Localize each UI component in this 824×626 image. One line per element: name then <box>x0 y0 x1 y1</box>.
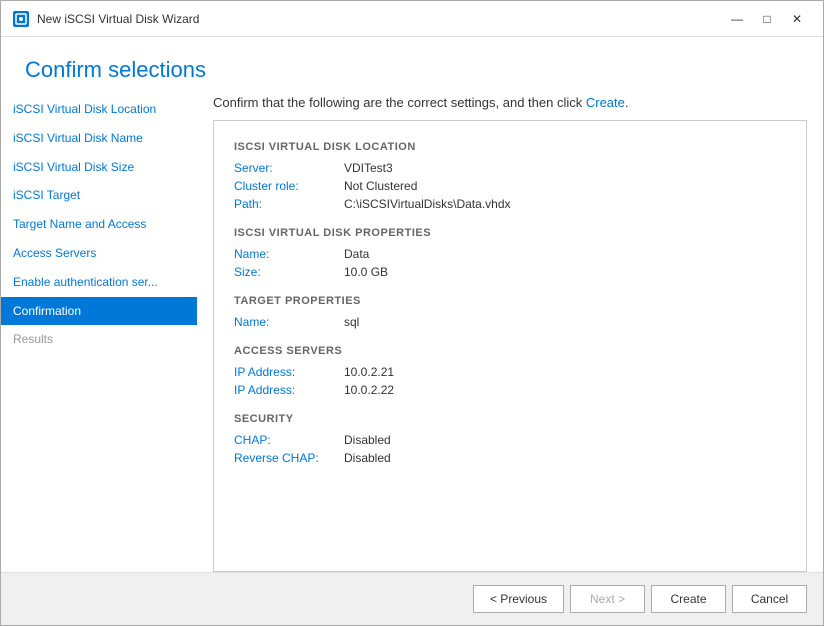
section-header-access-servers: ACCESS SERVERS <box>234 345 786 357</box>
summary-box: ISCSI VIRTUAL DISK LOCATION Server: VDIT… <box>213 120 807 572</box>
section-header-target-properties: TARGET PROPERTIES <box>234 295 786 307</box>
property-ip-address-2: IP Address: 10.0.2.22 <box>234 383 786 397</box>
property-path: Path: C:\iSCSIVirtualDisks\Data.vhdx <box>234 197 786 211</box>
sidebar-item-iscsi-virtual-disk-size[interactable]: iSCSI Virtual Disk Size <box>1 153 197 182</box>
sidebar-item-results: Results <box>1 325 197 354</box>
header: Confirm selections <box>1 37 823 95</box>
property-target-name: Name: sql <box>234 315 786 329</box>
sidebar: iSCSI Virtual Disk Location iSCSI Virtua… <box>1 95 197 572</box>
sidebar-item-iscsi-virtual-disk-name[interactable]: iSCSI Virtual Disk Name <box>1 124 197 153</box>
cancel-button[interactable]: Cancel <box>732 585 807 613</box>
instruction-text: Confirm that the following are the corre… <box>213 95 807 110</box>
minimize-button[interactable]: — <box>723 9 751 29</box>
property-chap: CHAP: Disabled <box>234 433 786 447</box>
previous-button[interactable]: < Previous <box>473 585 564 613</box>
sidebar-item-iscsi-virtual-disk-location[interactable]: iSCSI Virtual Disk Location <box>1 95 197 124</box>
property-reverse-chap: Reverse CHAP: Disabled <box>234 451 786 465</box>
create-link: Create <box>586 95 625 110</box>
right-panel: Confirm that the following are the corre… <box>197 95 823 572</box>
title-bar: New iSCSI Virtual Disk Wizard — □ ✕ <box>1 1 823 37</box>
sidebar-item-confirmation[interactable]: Confirmation <box>1 297 197 326</box>
sidebar-item-enable-authentication[interactable]: Enable authentication ser... <box>1 268 197 297</box>
property-cluster-role: Cluster role: Not Clustered <box>234 179 786 193</box>
maximize-button[interactable]: □ <box>753 9 781 29</box>
property-ip-address-1: IP Address: 10.0.2.21 <box>234 365 786 379</box>
sidebar-item-target-name-and-access[interactable]: Target Name and Access <box>1 210 197 239</box>
content-area: Confirm selections iSCSI Virtual Disk Lo… <box>1 37 823 625</box>
footer: < Previous Next > Create Cancel <box>1 572 823 625</box>
window-title: New iSCSI Virtual Disk Wizard <box>37 12 723 26</box>
property-name: Name: Data <box>234 247 786 261</box>
main-window: New iSCSI Virtual Disk Wizard — □ ✕ Conf… <box>0 0 824 626</box>
sidebar-item-iscsi-target[interactable]: iSCSI Target <box>1 181 197 210</box>
create-button[interactable]: Create <box>651 585 726 613</box>
section-header-security: SECURITY <box>234 413 786 425</box>
section-header-disk-location: ISCSI VIRTUAL DISK LOCATION <box>234 141 786 153</box>
app-icon <box>13 11 29 27</box>
next-button[interactable]: Next > <box>570 585 645 613</box>
main-content: iSCSI Virtual Disk Location iSCSI Virtua… <box>1 95 823 572</box>
section-header-disk-properties: ISCSI VIRTUAL DISK PROPERTIES <box>234 227 786 239</box>
close-button[interactable]: ✕ <box>783 9 811 29</box>
property-server: Server: VDITest3 <box>234 161 786 175</box>
window-controls: — □ ✕ <box>723 9 811 29</box>
property-size: Size: 10.0 GB <box>234 265 786 279</box>
page-title: Confirm selections <box>25 57 799 83</box>
sidebar-item-access-servers[interactable]: Access Servers <box>1 239 197 268</box>
